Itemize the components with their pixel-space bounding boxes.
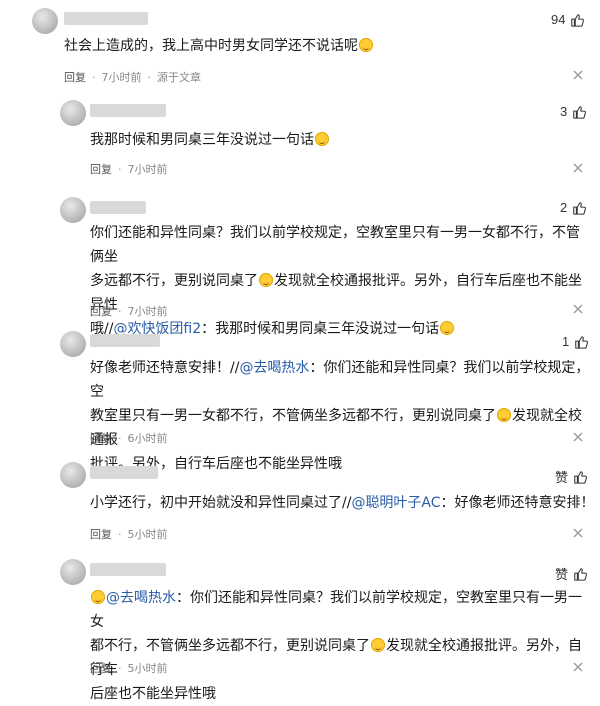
timestamp: 5小时前: [127, 528, 168, 541]
reply-button[interactable]: 回复: [90, 660, 112, 676]
like-count: 1: [562, 334, 570, 349]
comment-text: 好像老师还特意安排！//@去喝热水：你们还能和异性同桌？我们以前学校规定，空 教…: [90, 360, 590, 472]
avatar[interactable]: [60, 331, 86, 357]
mention-link[interactable]: @去喝热水: [239, 360, 309, 376]
comment-meta: 回复 · 7小时前 · 源于文章: [64, 69, 201, 85]
source-link[interactable]: 源于文章: [157, 69, 201, 85]
avatar[interactable]: [32, 8, 58, 34]
laughing-emoji-icon: [440, 321, 455, 335]
comment-meta: 回复 · 5小时前: [90, 660, 168, 676]
close-icon[interactable]: [572, 431, 586, 445]
laughing-emoji-icon: [371, 638, 385, 652]
like-button[interactable]: 2: [560, 200, 587, 215]
like-button[interactable]: 赞: [555, 564, 587, 583]
avatar[interactable]: [60, 462, 86, 488]
close-icon[interactable]: [572, 303, 586, 317]
laughing-emoji-icon: [315, 132, 329, 146]
reply-button[interactable]: 回复: [90, 161, 112, 177]
like-label: 赞: [555, 567, 569, 582]
like-count: 94: [551, 12, 566, 27]
mention-link[interactable]: @去喝热水: [106, 590, 176, 606]
comment-meta: 回复 · 6小时前: [90, 430, 168, 446]
comment-meta: 回复 · 7小时前: [90, 161, 168, 177]
comment-text: 你们还能和异性同桌？我们以前学校规定，空教室里只有一男一女都不行，不管俩坐 多远…: [90, 225, 582, 337]
comment-meta: 回复 · 5小时前: [90, 526, 168, 542]
timestamp: 5小时前: [127, 662, 168, 675]
thumbs-up-icon: [574, 335, 589, 349]
laughing-emoji-icon: [259, 273, 273, 287]
username-redacted[interactable]: [90, 201, 146, 214]
close-icon[interactable]: [572, 69, 586, 83]
reply-button[interactable]: 回复: [90, 303, 112, 319]
reply-button[interactable]: 回复: [90, 430, 112, 446]
username-redacted[interactable]: [90, 104, 166, 117]
like-button[interactable]: 94: [551, 12, 585, 27]
thumbs-up-icon: [573, 470, 587, 484]
thumbs-up-icon: [573, 567, 587, 581]
avatar[interactable]: [60, 100, 86, 126]
laughing-emoji-icon: [91, 590, 105, 604]
username-redacted[interactable]: [90, 334, 160, 347]
username-redacted[interactable]: [90, 466, 158, 479]
avatar[interactable]: [60, 197, 86, 223]
close-icon[interactable]: [572, 661, 586, 675]
username-redacted[interactable]: [64, 12, 148, 25]
like-label: 赞: [555, 470, 569, 485]
timestamp: 6小时前: [127, 432, 168, 445]
laughing-emoji-icon: [359, 38, 373, 52]
comment-text: 小学还行，初中开始就没和异性同桌过了//@聪明叶子AC：好像老师还特意安排！: [90, 495, 595, 511]
comment-text: 社会上造成的，我上高中时男女同学还不说话呢: [64, 34, 374, 58]
close-icon[interactable]: [572, 527, 586, 541]
comment-meta: 回复 · 7小时前: [90, 303, 168, 319]
like-count: 2: [560, 200, 568, 215]
like-button[interactable]: 1: [562, 334, 589, 349]
laughing-emoji-icon: [497, 408, 511, 422]
thumbs-up-icon: [572, 105, 587, 119]
like-count: 3: [560, 104, 568, 119]
username-redacted[interactable]: [90, 563, 166, 576]
avatar[interactable]: [60, 559, 86, 585]
timestamp: 7小时前: [127, 305, 168, 318]
reply-button[interactable]: 回复: [90, 526, 112, 542]
close-icon[interactable]: [572, 162, 586, 176]
comment-text: @去喝热水：你们还能和异性同桌？我们以前学校规定，空教室里只有一男一女 都不行，…: [90, 590, 582, 702]
like-button[interactable]: 赞: [555, 467, 587, 486]
timestamp: 7小时前: [127, 163, 168, 176]
mention-link[interactable]: @聪明叶子AC: [351, 495, 440, 511]
like-button[interactable]: 3: [560, 104, 587, 119]
timestamp: 7小时前: [101, 71, 142, 84]
comment-text: 我那时候和男同桌三年没说过一句话: [90, 128, 330, 152]
reply-button[interactable]: 回复: [64, 69, 86, 85]
thumbs-up-icon: [572, 201, 587, 215]
thumbs-up-icon: [570, 13, 585, 27]
